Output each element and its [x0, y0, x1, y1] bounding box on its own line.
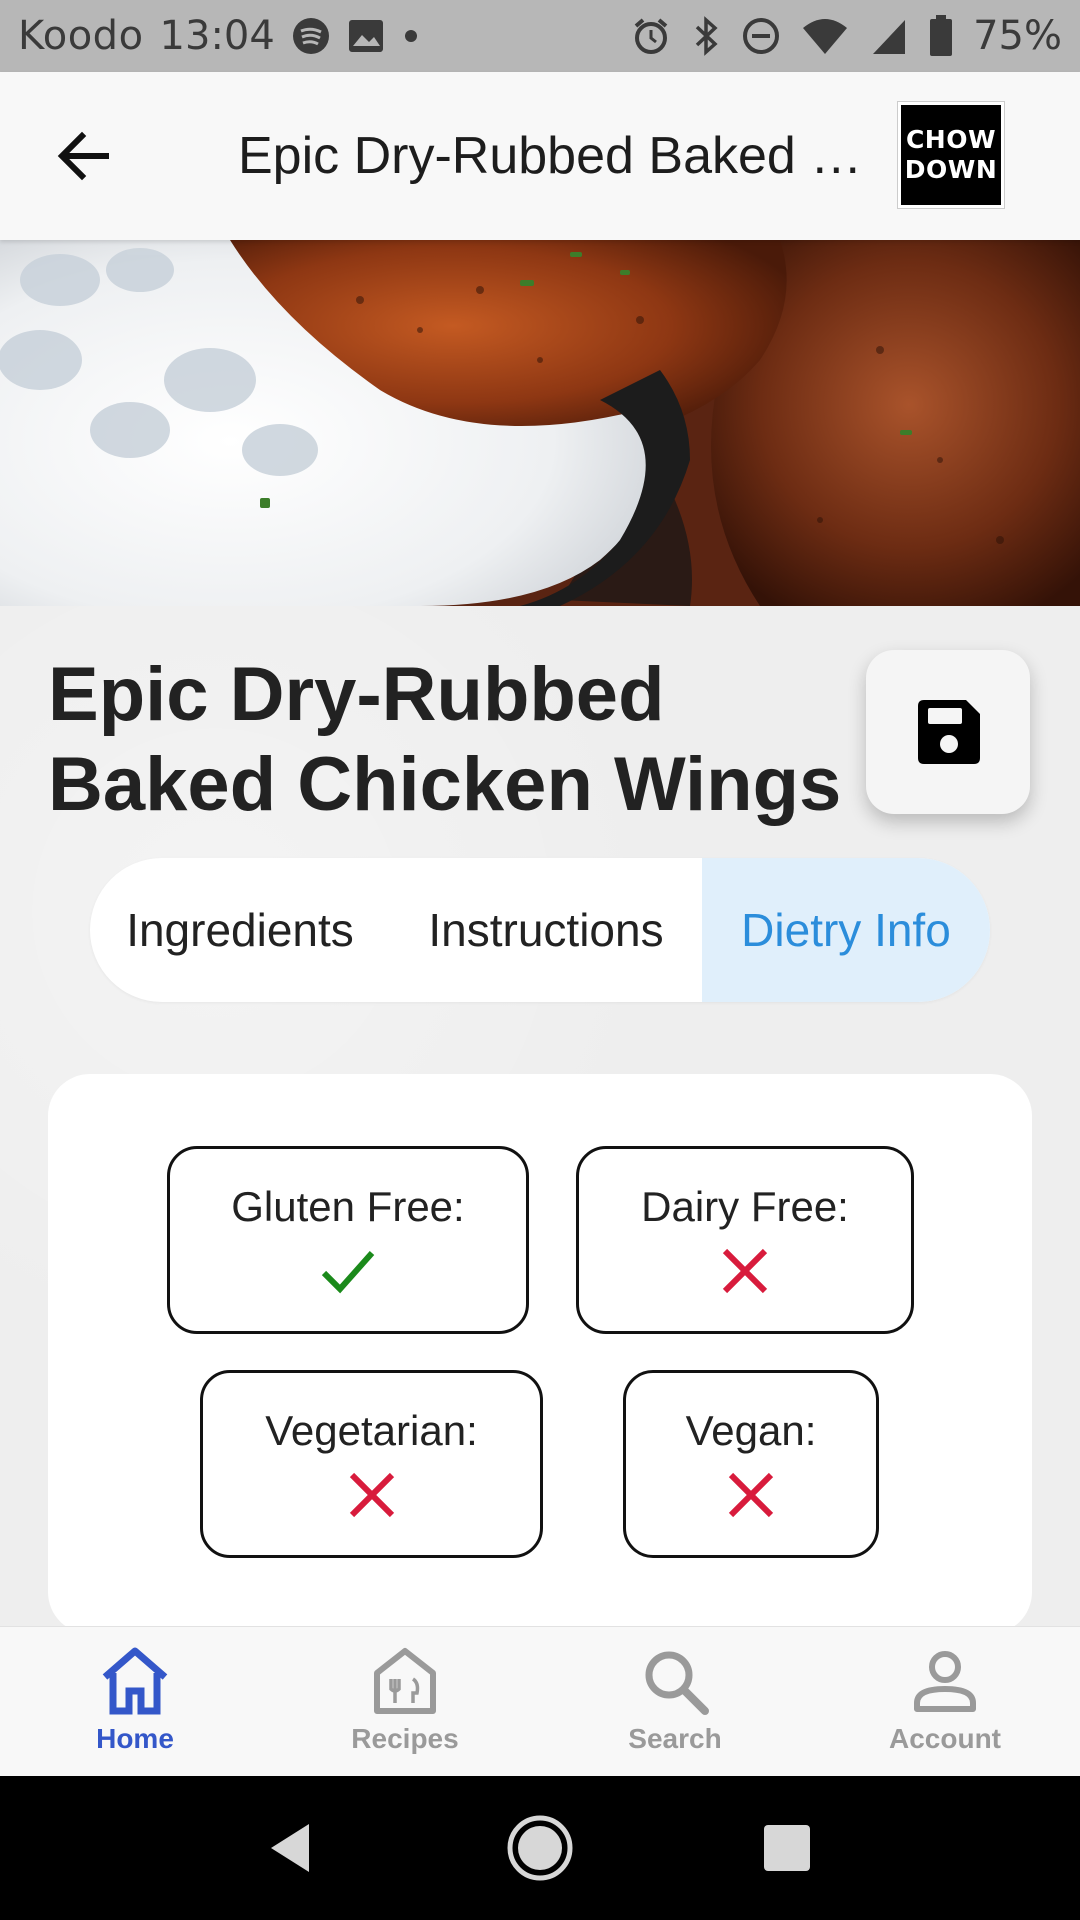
recipe-hero-image [0, 240, 1080, 606]
nav-label-account: Account [889, 1723, 1001, 1754]
carrier-label: Koodo [18, 13, 144, 59]
system-recents-button[interactable] [737, 1798, 837, 1898]
app-bar: Epic Dry-Rubbed Baked Chicken Wings CHOW… [0, 72, 1080, 240]
signal-icon [869, 16, 909, 56]
cross-icon [349, 1472, 394, 1518]
recipe-tabs: Ingredients Instructions Dietry Info [90, 858, 990, 1002]
diet-label: Vegetarian: [265, 1407, 478, 1454]
nav-recipes[interactable]: Recipes [270, 1627, 540, 1776]
bluetooth-icon [691, 16, 721, 56]
home-icon [102, 1647, 168, 1715]
nav-label-recipes: Recipes [351, 1723, 459, 1754]
app-bar-title: Epic Dry-Rubbed Baked Chicken Wings [238, 127, 868, 185]
check-icon [321, 1251, 375, 1294]
image-icon [347, 18, 385, 54]
wifi-icon [801, 16, 849, 56]
alarm-icon [631, 16, 671, 56]
battery-level: 75% [973, 13, 1062, 59]
tab-ingredients[interactable]: Ingredients [90, 858, 390, 1002]
diet-label: Gluten Free: [231, 1183, 465, 1230]
search-icon [645, 1651, 709, 1715]
system-nav-bar [0, 1776, 1080, 1920]
diet-label: Dairy Free: [641, 1183, 849, 1230]
diet-item-gluten-free: Gluten Free: [167, 1146, 529, 1334]
save-recipe-button[interactable] [866, 650, 1030, 814]
arrow-left-icon [57, 131, 109, 181]
battery-icon [929, 15, 953, 57]
nav-search[interactable]: Search [540, 1627, 810, 1776]
dot-icon [401, 26, 421, 46]
logo-line-2: DOWN [904, 155, 998, 184]
recipe-content: Epic Dry-Rubbed Baked Chicken Wings Ingr… [0, 606, 1080, 1634]
floppy-disk-icon [918, 700, 980, 764]
square-recents-icon [763, 1825, 810, 1871]
system-home-button[interactable] [490, 1798, 590, 1898]
bottom-nav: Home Recipes Search Account [0, 1626, 1080, 1776]
diet-item-vegan: Vegan: [623, 1370, 879, 1558]
nav-home[interactable]: Home [0, 1627, 270, 1776]
back-button[interactable] [24, 96, 144, 216]
triangle-back-icon [271, 1824, 310, 1872]
recipe-title: Epic Dry-Rubbed Baked Chicken Wings [48, 652, 842, 827]
circle-home-icon [507, 1815, 573, 1881]
system-back-button[interactable] [243, 1798, 343, 1898]
nav-label-home: Home [96, 1723, 174, 1754]
nav-account[interactable]: Account [810, 1627, 1080, 1776]
dietary-info-card: Gluten Free: Dairy Free: Vegetarian: Veg… [48, 1074, 1032, 1634]
dnd-icon [741, 16, 781, 56]
recipes-icon [374, 1648, 436, 1714]
nav-label-search: Search [628, 1723, 722, 1754]
clock: 13:04 [159, 13, 275, 59]
diet-item-dairy-free: Dairy Free: [576, 1146, 914, 1334]
diet-label: Vegan: [685, 1407, 817, 1454]
cross-icon [728, 1472, 774, 1518]
account-icon [914, 1651, 976, 1712]
chow-down-logo: CHOW DOWN [897, 101, 1005, 209]
status-left: Koodo 13:04 [18, 13, 421, 59]
tab-instructions[interactable]: Instructions [390, 858, 702, 1002]
diet-item-vegetarian: Vegetarian: [200, 1370, 543, 1558]
cross-icon [722, 1248, 768, 1294]
status-bar: Koodo 13:04 75% [0, 0, 1080, 72]
spotify-icon [291, 16, 331, 56]
tab-dietry-info[interactable]: Dietry Info [702, 858, 990, 1002]
logo-line-1: CHOW [905, 125, 997, 154]
status-right: 75% [631, 13, 1062, 59]
